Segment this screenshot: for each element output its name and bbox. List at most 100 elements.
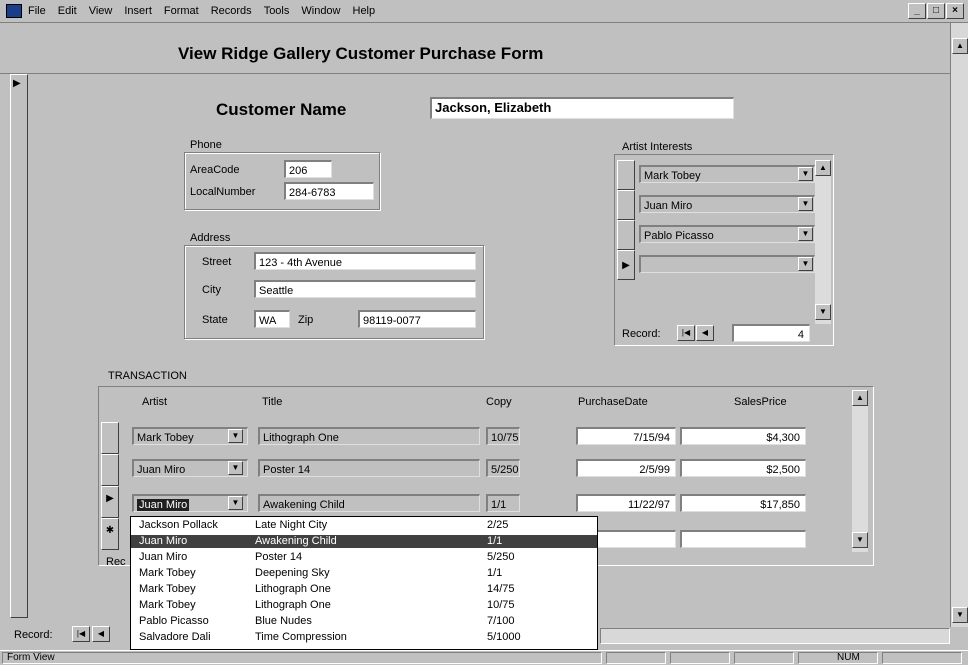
menu-insert[interactable]: Insert — [124, 5, 152, 17]
option-title: Lithograph One — [255, 599, 331, 611]
dropdown-option[interactable]: Mark Tobey Lithograph One 10/75 — [131, 599, 597, 612]
state-label: State — [202, 314, 228, 326]
artist-interest-dropdown-button[interactable]: ▼ — [798, 197, 813, 211]
record-selector-strip[interactable] — [10, 74, 28, 618]
artist-interest-field[interactable]: Pablo Picasso — [639, 225, 815, 243]
transaction-title-field[interactable]: Awakening Child — [258, 494, 480, 512]
artist-interests-label: Artist Interests — [622, 141, 693, 153]
zip-field[interactable]: 98119-0077 — [358, 310, 476, 328]
artist-interest-dropdown-button[interactable]: ▼ — [798, 227, 813, 241]
status-view: Form View — [2, 652, 602, 664]
app-icon[interactable] — [6, 4, 22, 18]
area-code-field[interactable]: 206 — [284, 160, 332, 178]
transaction-copy-field[interactable]: 10/75 — [486, 427, 520, 445]
row-selector[interactable] — [101, 454, 119, 486]
state-field[interactable]: WA — [254, 310, 290, 328]
dropdown-option[interactable]: Mark Tobey Deepening Sky 1/1 — [131, 567, 597, 580]
transaction-price-field[interactable]: $2,500 — [680, 459, 806, 477]
transaction-copy-field[interactable]: 5/250 — [486, 459, 520, 477]
zip-label: Zip — [298, 314, 314, 326]
dropdown-option[interactable]: Salvadore Dali Time Compression 5/1000 — [131, 631, 597, 644]
option-artist: Mark Tobey — [139, 567, 196, 579]
scroll-down-button[interactable]: ▼ — [815, 304, 831, 320]
scroll-down-button[interactable]: ▼ — [952, 607, 968, 623]
transaction-label: TRANSACTION — [108, 370, 187, 382]
previous-record-button[interactable]: ◀ — [92, 626, 110, 642]
menu-records[interactable]: Records — [211, 5, 252, 17]
row-selector[interactable] — [617, 160, 635, 190]
menu-edit[interactable]: Edit — [58, 5, 77, 17]
row-selector[interactable] — [617, 190, 635, 220]
row-selector[interactable] — [617, 220, 635, 250]
scroll-up-button[interactable]: ▲ — [952, 38, 968, 54]
artist-interest-field[interactable] — [639, 255, 815, 273]
dropdown-option-selected[interactable]: Juan Miro Awakening Child 1/1 — [131, 535, 597, 548]
scroll-down-button[interactable]: ▼ — [852, 532, 868, 548]
option-title: Awakening Child — [255, 535, 337, 547]
artist-interests-record-number[interactable]: 4 — [732, 324, 810, 342]
menu-help[interactable]: Help — [353, 5, 376, 17]
row-selector[interactable] — [101, 422, 119, 454]
column-header-copy: Copy — [486, 396, 512, 408]
transaction-record-label: Rec — [106, 556, 126, 568]
transaction-date-field[interactable]: 7/15/94 — [576, 427, 676, 445]
scroll-up-button[interactable]: ▲ — [815, 160, 831, 176]
dropdown-option[interactable]: Juan Miro Poster 14 5/250 — [131, 551, 597, 564]
address-group-label: Address — [190, 232, 231, 244]
close-button[interactable]: × — [946, 3, 964, 19]
transaction-price-field[interactable]: $17,850 — [680, 494, 806, 512]
transaction-title-field[interactable]: Lithograph One — [258, 427, 480, 445]
transaction-date-field[interactable]: 2/5/99 — [576, 459, 676, 477]
transaction-date-field[interactable]: 11/22/97 — [576, 494, 676, 512]
dropdown-option[interactable]: Jackson Pollack Late Night City 2/25 — [131, 519, 597, 532]
menu-format[interactable]: Format — [164, 5, 199, 17]
transaction-price-field[interactable] — [680, 530, 806, 548]
maximize-button[interactable]: □ — [927, 3, 945, 19]
form-scrollbar[interactable]: ▲ ▼ — [950, 23, 968, 627]
transaction-scrollbar[interactable]: ▲ ▼ — [852, 390, 868, 552]
artist-interests-scrollbar[interactable]: ▲ ▼ — [815, 160, 831, 324]
new-row-selector[interactable]: ✱ — [101, 518, 119, 550]
previous-record-button[interactable]: ◀ — [696, 325, 714, 341]
scroll-up-button[interactable]: ▲ — [852, 390, 868, 406]
first-record-button[interactable]: |◀ — [72, 626, 90, 642]
column-header-purchase-date: PurchaseDate — [578, 396, 648, 408]
option-copy: 1/1 — [487, 567, 503, 579]
artist-interest-dropdown-button[interactable]: ▼ — [798, 257, 813, 271]
option-copy: 5/250 — [487, 551, 515, 563]
local-number-field[interactable]: 284-6783 — [284, 182, 374, 200]
artist-dropdown-button[interactable]: ▼ — [228, 461, 243, 475]
artist-interest-field[interactable]: Juan Miro — [639, 195, 815, 213]
artist-dropdown-list[interactable]: Jackson Pollack Late Night City 2/25 Jua… — [130, 516, 598, 650]
customer-name-field[interactable]: Jackson, Elizabeth — [430, 97, 734, 119]
street-field[interactable]: 123 - 4th Avenue — [254, 252, 476, 270]
option-artist: Jackson Pollack — [139, 519, 218, 531]
transaction-title-field[interactable]: Poster 14 — [258, 459, 480, 477]
local-number-label: LocalNumber — [190, 186, 256, 198]
horizontal-scrollbar[interactable] — [600, 628, 950, 644]
column-header-artist: Artist — [142, 396, 168, 408]
row-selector[interactable]: ▶ — [617, 250, 635, 280]
option-title: Blue Nudes — [255, 615, 312, 627]
artist-dropdown-button[interactable]: ▼ — [228, 496, 243, 510]
transaction-price-field[interactable]: $4,300 — [680, 427, 806, 445]
menu-window[interactable]: Window — [301, 5, 340, 17]
menu-tools[interactable]: Tools — [264, 5, 290, 17]
menu-view[interactable]: View — [89, 5, 113, 17]
dropdown-option[interactable]: Pablo Picasso Blue Nudes 7/100 — [131, 615, 597, 628]
menu-file[interactable]: File — [28, 5, 46, 17]
first-record-button[interactable]: |◀ — [677, 325, 695, 341]
artist-interests-row-selectors: ▶ — [617, 160, 637, 280]
form-title: View Ridge Gallery Customer Purchase For… — [178, 44, 544, 63]
city-field[interactable]: Seattle — [254, 280, 476, 298]
transaction-copy-field[interactable]: 1/1 — [486, 494, 520, 512]
artist-dropdown-button[interactable]: ▼ — [228, 429, 243, 443]
row-selector[interactable]: ▶ — [101, 486, 119, 518]
minimize-button[interactable]: _ — [908, 3, 926, 19]
dropdown-option[interactable]: Mark Tobey Lithograph One 14/75 — [131, 583, 597, 596]
artist-interest-field[interactable]: Mark Tobey — [639, 165, 815, 183]
option-copy: 7/100 — [487, 615, 515, 627]
artist-interest-dropdown-button[interactable]: ▼ — [798, 167, 813, 181]
status-pane — [734, 652, 794, 664]
transaction-row-selectors: ▶ ✱ — [101, 422, 121, 552]
